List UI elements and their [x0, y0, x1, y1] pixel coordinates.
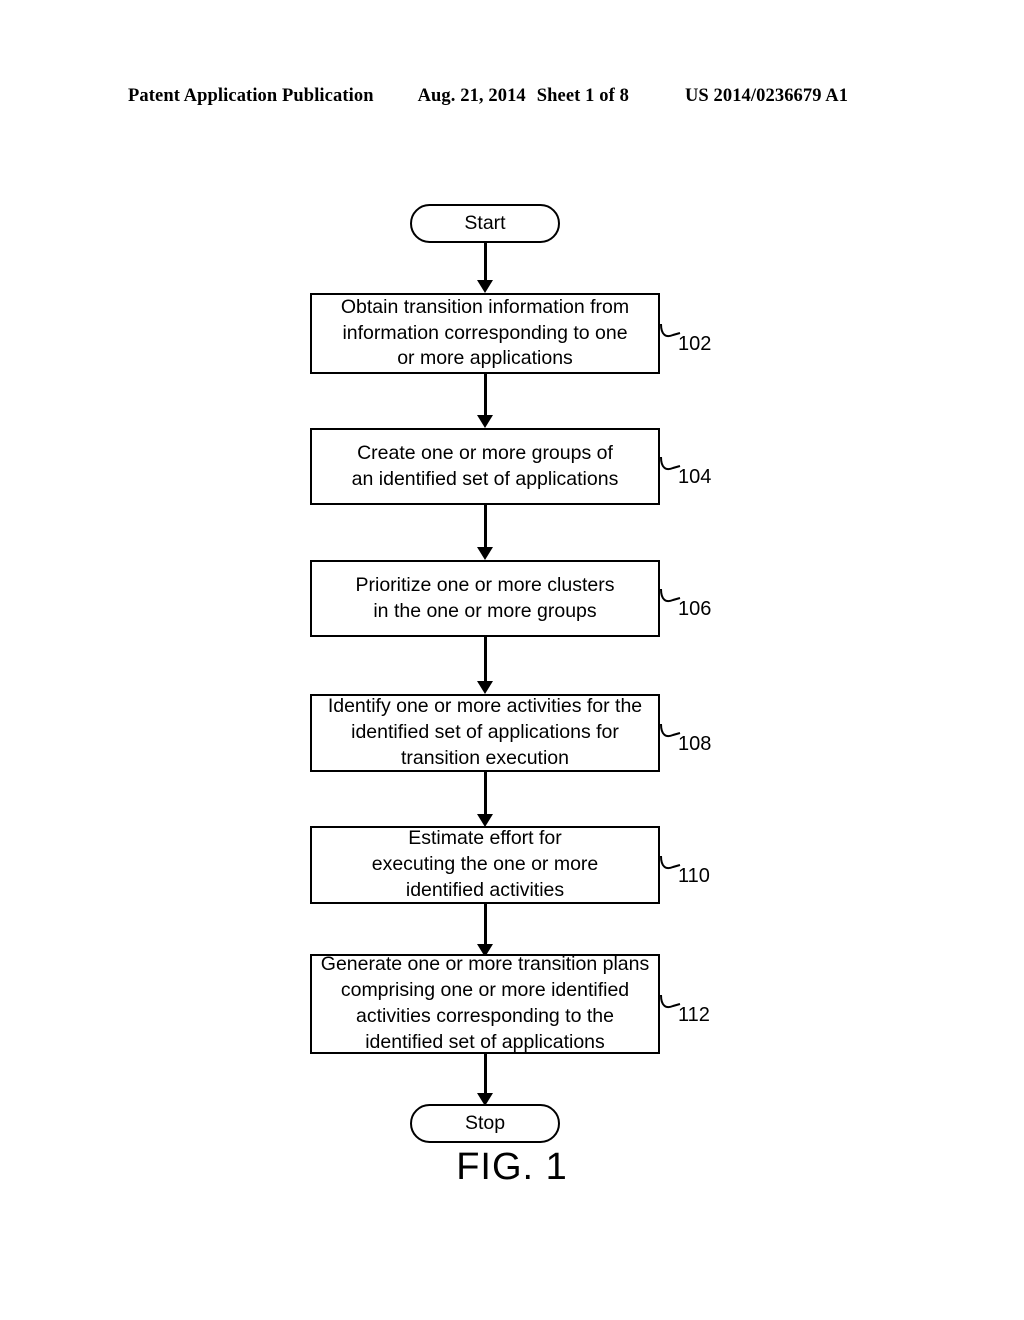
reference-numeral-104: 104: [678, 466, 712, 488]
reference-numeral-110: 110: [678, 865, 710, 887]
flow-node-stop-label: Stop: [464, 1112, 506, 1135]
flow-node-start: Start: [410, 204, 560, 243]
flow-node-106: Prioritize one or more clusters in the o…: [310, 560, 660, 637]
connector-start-to-102: [483, 243, 487, 280]
figure-caption: FIG. 1: [456, 1146, 568, 1188]
reference-numeral-108: 108: [678, 733, 712, 755]
flow-node-112-label: Generate one or more transition plans co…: [320, 953, 650, 1053]
flow-node-102-label: Obtain transition information from infor…: [340, 295, 630, 370]
flow-node-start-label: Start: [464, 212, 506, 235]
connector-104-to-106: [483, 505, 487, 547]
flow-node-106-label: Prioritize one or more clusters in the o…: [355, 573, 615, 622]
reference-numeral-112: 112: [678, 1004, 710, 1026]
connector-112-to-stop: [483, 1054, 487, 1093]
flowchart-diagram: Start Obtain transition information from…: [0, 0, 1024, 1320]
flow-node-104: Create one or more groups of an identifi…: [310, 428, 660, 505]
flow-node-110-label: Estimate effort for executing the one or…: [371, 827, 599, 901]
flow-node-108: Identify one or more activities for the …: [310, 694, 660, 772]
reference-numeral-102: 102: [678, 333, 712, 355]
flow-node-102: Obtain transition information from infor…: [310, 293, 660, 374]
flow-node-104-label: Create one or more groups of an identifi…: [351, 441, 619, 490]
arrowhead-106-to-108: [476, 681, 493, 694]
flow-node-stop: Stop: [410, 1104, 560, 1143]
arrowhead-start-to-102: [476, 280, 493, 293]
connector-106-to-108: [483, 637, 487, 681]
arrowhead-102-to-104: [476, 415, 493, 428]
connector-102-to-104: [483, 374, 487, 415]
arrowhead-104-to-106: [476, 547, 493, 560]
flow-node-112: Generate one or more transition plans co…: [310, 953, 660, 1054]
flow-node-110: Estimate effort for executing the one or…: [310, 826, 660, 904]
connector-110-to-112: [483, 904, 487, 944]
connector-108-to-110: [483, 772, 487, 814]
flow-node-108-label: Identify one or more activities for the …: [327, 695, 643, 769]
reference-numeral-106: 106: [678, 598, 712, 620]
